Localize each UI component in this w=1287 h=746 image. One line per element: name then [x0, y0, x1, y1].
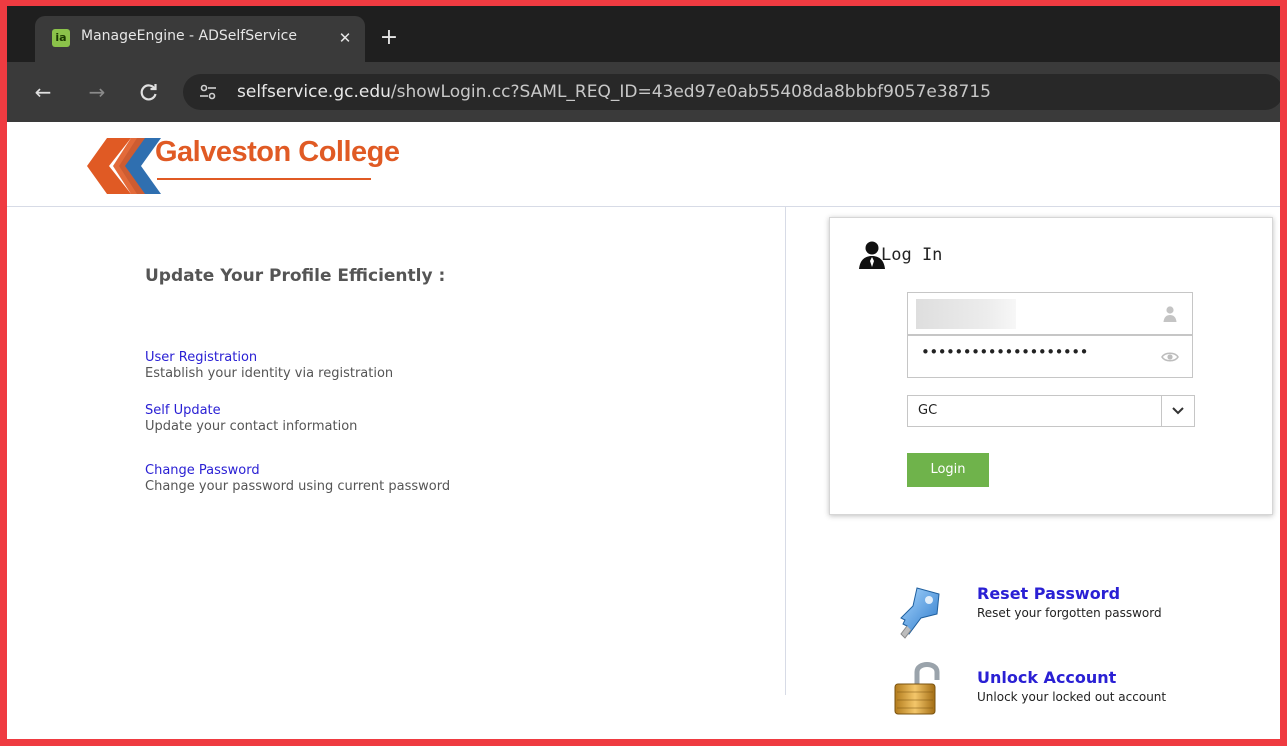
reset-password-action[interactable]: Reset Password Reset your forgotten pass…: [887, 584, 1267, 654]
password-masked-value: ••••••••••••••••••••: [921, 343, 1088, 361]
tab-title: ManageEngine - ADSelfService: [81, 28, 297, 44]
forward-arrow-icon[interactable]: →: [83, 78, 111, 106]
feature-description: Change your password using current passw…: [145, 479, 451, 494]
change-password-link[interactable]: Change Password: [145, 463, 745, 479]
padlock-icon: [891, 658, 947, 722]
feature-description: Update your contact information: [145, 419, 358, 434]
reload-icon[interactable]: [135, 78, 163, 106]
login-button[interactable]: Login: [907, 453, 989, 487]
chevron-down-icon[interactable]: [1161, 396, 1194, 426]
self-update-link[interactable]: Self Update: [145, 403, 745, 419]
person-icon: [1161, 305, 1179, 323]
username-field[interactable]: [907, 292, 1193, 335]
domain-select[interactable]: GC: [907, 395, 1195, 427]
password-field[interactable]: ••••••••••••••••••••: [907, 335, 1193, 378]
feature-change-password: Change Password Change your password usi…: [145, 463, 745, 495]
back-arrow-icon[interactable]: ←: [29, 78, 57, 106]
reset-password-link[interactable]: Reset Password: [977, 584, 1120, 603]
logo-text: Galveston College: [155, 136, 400, 168]
screenshot-frame: ia ManageEngine - ADSelfService ✕ + ← → …: [7, 6, 1280, 739]
features-heading: Update Your Profile Efficiently :: [145, 266, 446, 286]
close-icon[interactable]: ✕: [333, 26, 357, 50]
user-registration-link[interactable]: User Registration: [145, 350, 745, 366]
username-value-redacted: [916, 299, 1016, 329]
logo-chevron-icon: [87, 138, 161, 194]
unlock-account-action[interactable]: Unlock Account Unlock your locked out ac…: [887, 662, 1267, 738]
eye-icon[interactable]: [1161, 348, 1179, 366]
browser-toolbar: ← → selfservice.gc.edu/showLogin.cc?SAML…: [7, 62, 1280, 122]
galveston-college-logo[interactable]: Galveston College: [85, 130, 400, 200]
logo-underline: [157, 178, 371, 180]
unlock-account-link[interactable]: Unlock Account: [977, 668, 1116, 687]
browser-tab[interactable]: ia ManageEngine - ADSelfService ✕: [35, 16, 365, 62]
login-panel: Log In •••••••••••••••••••• GC Login: [829, 217, 1273, 515]
feature-description: Establish your identity via registration: [145, 366, 394, 381]
url-path: /showLogin.cc?SAML_REQ_ID=43ed97e0ab5540…: [390, 82, 991, 102]
address-bar[interactable]: selfservice.gc.edu/showLogin.cc?SAML_REQ…: [183, 74, 1280, 110]
new-tab-plus-icon[interactable]: +: [375, 24, 403, 52]
login-title: Log In: [881, 245, 943, 265]
site-info-icon[interactable]: [197, 81, 219, 103]
page-header: Galveston College: [7, 122, 1280, 207]
reset-password-description: Reset your forgotten password: [977, 606, 1162, 620]
browser-tab-strip: ia ManageEngine - ADSelfService ✕ +: [7, 6, 1280, 62]
key-icon: [893, 584, 949, 644]
unlock-account-description: Unlock your locked out account: [977, 690, 1167, 704]
feature-user-registration: User Registration Establish your identit…: [145, 350, 745, 382]
favicon-icon: ia: [52, 29, 70, 47]
domain-select-value: GC: [918, 403, 938, 418]
feature-self-update: Self Update Update your contact informat…: [145, 403, 745, 435]
url-domain: selfservice.gc.edu: [237, 82, 391, 102]
column-divider: [785, 207, 786, 695]
url-text[interactable]: selfservice.gc.edu/showLogin.cc?SAML_REQ…: [237, 82, 991, 102]
